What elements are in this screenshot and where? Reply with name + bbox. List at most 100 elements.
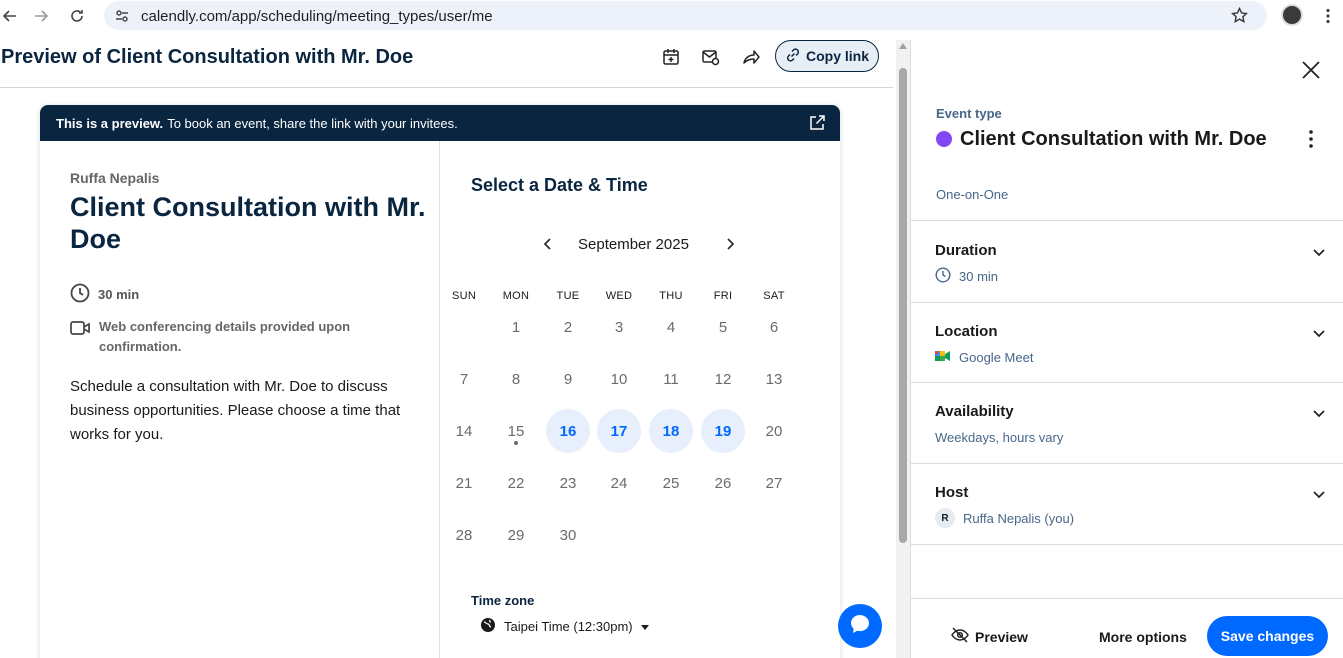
chevron-down-icon[interactable] <box>1313 487 1325 499</box>
calendar-day-available[interactable]: 19 <box>701 409 745 453</box>
profile-avatar[interactable] <box>1281 4 1303 26</box>
chevron-down-icon[interactable] <box>1313 245 1325 257</box>
location-value-row: Google Meet <box>935 349 1033 366</box>
more-actions-icon[interactable] <box>1309 130 1313 148</box>
more-options-button[interactable]: More options <box>1099 629 1187 645</box>
calendar-day: 27 <box>765 474 783 492</box>
weekday-header: MON <box>502 290 530 302</box>
weekday-header: SUN <box>451 290 477 302</box>
calendar-day: 4 <box>666 318 676 336</box>
caret-down-icon <box>640 619 649 634</box>
link-icon <box>785 47 801 66</box>
select-date-heading: Select a Date & Time <box>471 175 648 195</box>
calendar-day: 28 <box>455 526 473 544</box>
host-avatar: R <box>935 508 955 528</box>
calendar-day-available[interactable]: 16 <box>546 409 590 453</box>
address-bar[interactable]: calendly.com/app/scheduling/meeting_type… <box>104 1 1267 30</box>
previous-month-icon[interactable] <box>541 237 555 251</box>
preview-title: Preview of Client Consultation with Mr. … <box>1 46 414 68</box>
host-value-row: R Ruffa Nepalis (you) <box>935 508 1074 528</box>
weekday-header: FRI <box>713 290 733 302</box>
conferencing-info: Web conferencing details provided upon c… <box>70 317 380 357</box>
email-settings-icon[interactable] <box>701 47 721 67</box>
weekday-header: THU <box>659 290 683 302</box>
site-settings-icon[interactable] <box>114 8 130 29</box>
calendar-day: 29 <box>507 526 525 544</box>
calendar-day: 22 <box>507 474 525 492</box>
chat-support-button[interactable] <box>838 604 882 648</box>
organizer-name: Ruffa Nepalis <box>70 170 160 186</box>
event-duration: 30 min <box>70 283 139 306</box>
event-name: Client Consultation with Mr. Doe <box>70 192 426 254</box>
month-navigation: September 2025 <box>538 234 748 256</box>
location-section[interactable]: Location Google Meet <box>911 302 1343 382</box>
chevron-down-icon[interactable] <box>1313 406 1325 418</box>
chevron-down-icon[interactable] <box>1313 326 1325 338</box>
calendar-day: 13 <box>765 370 783 388</box>
availability-value: Weekdays, hours vary <box>935 430 1064 445</box>
calendar-day: 6 <box>769 318 779 336</box>
calendar-day: 21 <box>455 474 473 492</box>
availability-title: Availability <box>935 403 1014 420</box>
calendar-day: 10 <box>610 370 628 388</box>
calendar-day: 25 <box>662 474 680 492</box>
forward-icon[interactable] <box>31 6 51 26</box>
calendar-day: 2 <box>563 318 573 336</box>
scroll-thumb[interactable] <box>899 68 907 543</box>
event-description: Schedule a consultation with Mr. Doe to … <box>70 378 401 443</box>
calendar-day: 1 <box>511 318 521 336</box>
host-title: Host <box>935 484 969 501</box>
share-icon[interactable] <box>741 47 761 67</box>
preview-button[interactable]: Preview <box>951 627 1028 646</box>
conferencing-text: Web conferencing details provided upon c… <box>99 319 351 354</box>
clock-icon <box>70 283 90 306</box>
google-meet-icon <box>935 349 951 366</box>
calendar-day: 30 <box>559 526 577 544</box>
calendar-day: 24 <box>610 474 628 492</box>
clock-icon <box>935 267 951 286</box>
close-icon[interactable] <box>1301 60 1321 80</box>
date-time-picker: Select a Date & Time September 2025 SUN M… <box>440 141 840 658</box>
timezone-label: Time zone <box>471 593 535 608</box>
calendar-day: 20 <box>765 422 783 440</box>
event-details: Ruffa Nepalis Client Consultation with M… <box>40 141 440 658</box>
add-to-calendar-icon[interactable] <box>661 47 681 67</box>
browser-menu-icon[interactable] <box>1325 8 1331 29</box>
preview-header: Preview of Client Consultation with Mr. … <box>0 38 893 88</box>
banner-text: To book an event, share the link with yo… <box>167 115 458 131</box>
save-changes-button[interactable]: Save changes <box>1207 616 1328 656</box>
timezone-selector[interactable]: Taipei Time (12:30pm) <box>480 617 649 636</box>
calendar-day: 3 <box>614 318 624 336</box>
availability-section[interactable]: Availability Weekdays, hours vary <box>911 382 1343 463</box>
copy-link-button[interactable]: Copy link <box>775 40 879 72</box>
calendar-day-available[interactable]: 17 <box>597 409 641 453</box>
event-color-dot <box>936 131 952 147</box>
calendar-day: 23 <box>559 474 577 492</box>
video-camera-icon <box>70 319 91 357</box>
reload-icon[interactable] <box>67 6 87 26</box>
next-month-icon[interactable] <box>723 237 737 251</box>
event-type-panel: Event type Client Consultation with Mr. … <box>910 40 1343 658</box>
weekday-header: TUE <box>556 290 580 302</box>
calendar-day-available[interactable]: 18 <box>649 409 693 453</box>
calendar-day: 14 <box>455 422 473 440</box>
globe-icon <box>480 617 496 636</box>
weekday-header: SAT <box>763 290 785 302</box>
calendar-day: 11 <box>663 370 679 388</box>
open-external-icon[interactable] <box>808 114 826 132</box>
event-kind: One-on-One <box>936 187 1009 202</box>
calendar-day: 26 <box>714 474 732 492</box>
host-section[interactable]: Host R Ruffa Nepalis (you) <box>911 463 1343 544</box>
url-text[interactable]: calendly.com/app/scheduling/meeting_type… <box>141 8 493 25</box>
calendar-day: 9 <box>563 370 573 388</box>
panel-footer: Preview More options Save changes <box>911 598 1343 658</box>
back-icon[interactable] <box>0 6 20 26</box>
duration-section[interactable]: Duration 30 min <box>911 220 1343 301</box>
eye-off-icon <box>951 627 969 646</box>
booking-preview-card: This is a preview. To book an event, sha… <box>40 105 840 658</box>
panel-event-name: Client Consultation with Mr. Doe <box>960 128 1267 150</box>
preview-banner: This is a preview. To book an event, sha… <box>40 105 840 141</box>
scroll-up-arrow-icon[interactable] <box>899 43 907 49</box>
bookmark-star-icon[interactable] <box>1231 6 1248 29</box>
preview-scrollbar[interactable] <box>896 40 910 658</box>
